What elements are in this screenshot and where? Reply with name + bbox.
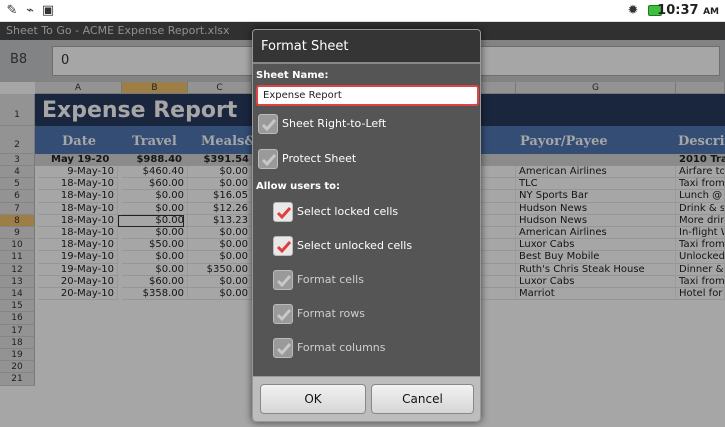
checkbox-icon: [273, 338, 293, 358]
dialog-title: Format Sheet: [253, 30, 480, 64]
screen: ✎ ⌁ ▣ ✹ 10:37 AM Sheet To Go - ACME Expe…: [0, 0, 725, 427]
checkbox-icon: [273, 304, 293, 324]
allow-option-label: Select unlocked cells: [297, 239, 413, 252]
allow-option-label: Format rows: [297, 307, 365, 320]
allow-users-label: Allow users to:: [256, 181, 341, 192]
checkbox-icon: [258, 149, 278, 169]
format-sheet-dialog: Format Sheet Sheet Name: Expense Report …: [252, 29, 481, 422]
sheet-name-label: Sheet Name:: [256, 70, 329, 81]
allow-option-label: Select locked cells: [297, 205, 399, 218]
clock: 10:37 AM: [657, 3, 719, 18]
checked-checkbox-icon: [273, 236, 293, 256]
cancel-button[interactable]: Cancel: [371, 384, 474, 414]
dialog-footer: OK Cancel: [253, 376, 480, 421]
brightness-icon: ✹: [627, 3, 639, 18]
checked-checkbox-icon: [273, 202, 293, 222]
allow-option-label: Format columns: [297, 341, 386, 354]
checkbox-icon: [273, 270, 293, 290]
usb-icon: ⌁: [26, 3, 34, 18]
status-bar: ✎ ⌁ ▣ ✹ 10:37 AM: [0, 0, 725, 22]
right-to-left-label: Sheet Right-to-Left: [282, 117, 387, 130]
dialog-body: Sheet Name: Expense Report Sheet Right-t…: [253, 66, 480, 376]
protect-sheet-label: Protect Sheet: [282, 152, 357, 165]
ok-button[interactable]: OK: [260, 384, 366, 414]
sheet-name-input[interactable]: Expense Report: [256, 85, 479, 106]
download-icon: ▣: [41, 3, 55, 18]
checkbox-icon: [258, 114, 278, 134]
pen-icon: ✎: [6, 3, 18, 18]
allow-option-label: Format cells: [297, 273, 364, 286]
